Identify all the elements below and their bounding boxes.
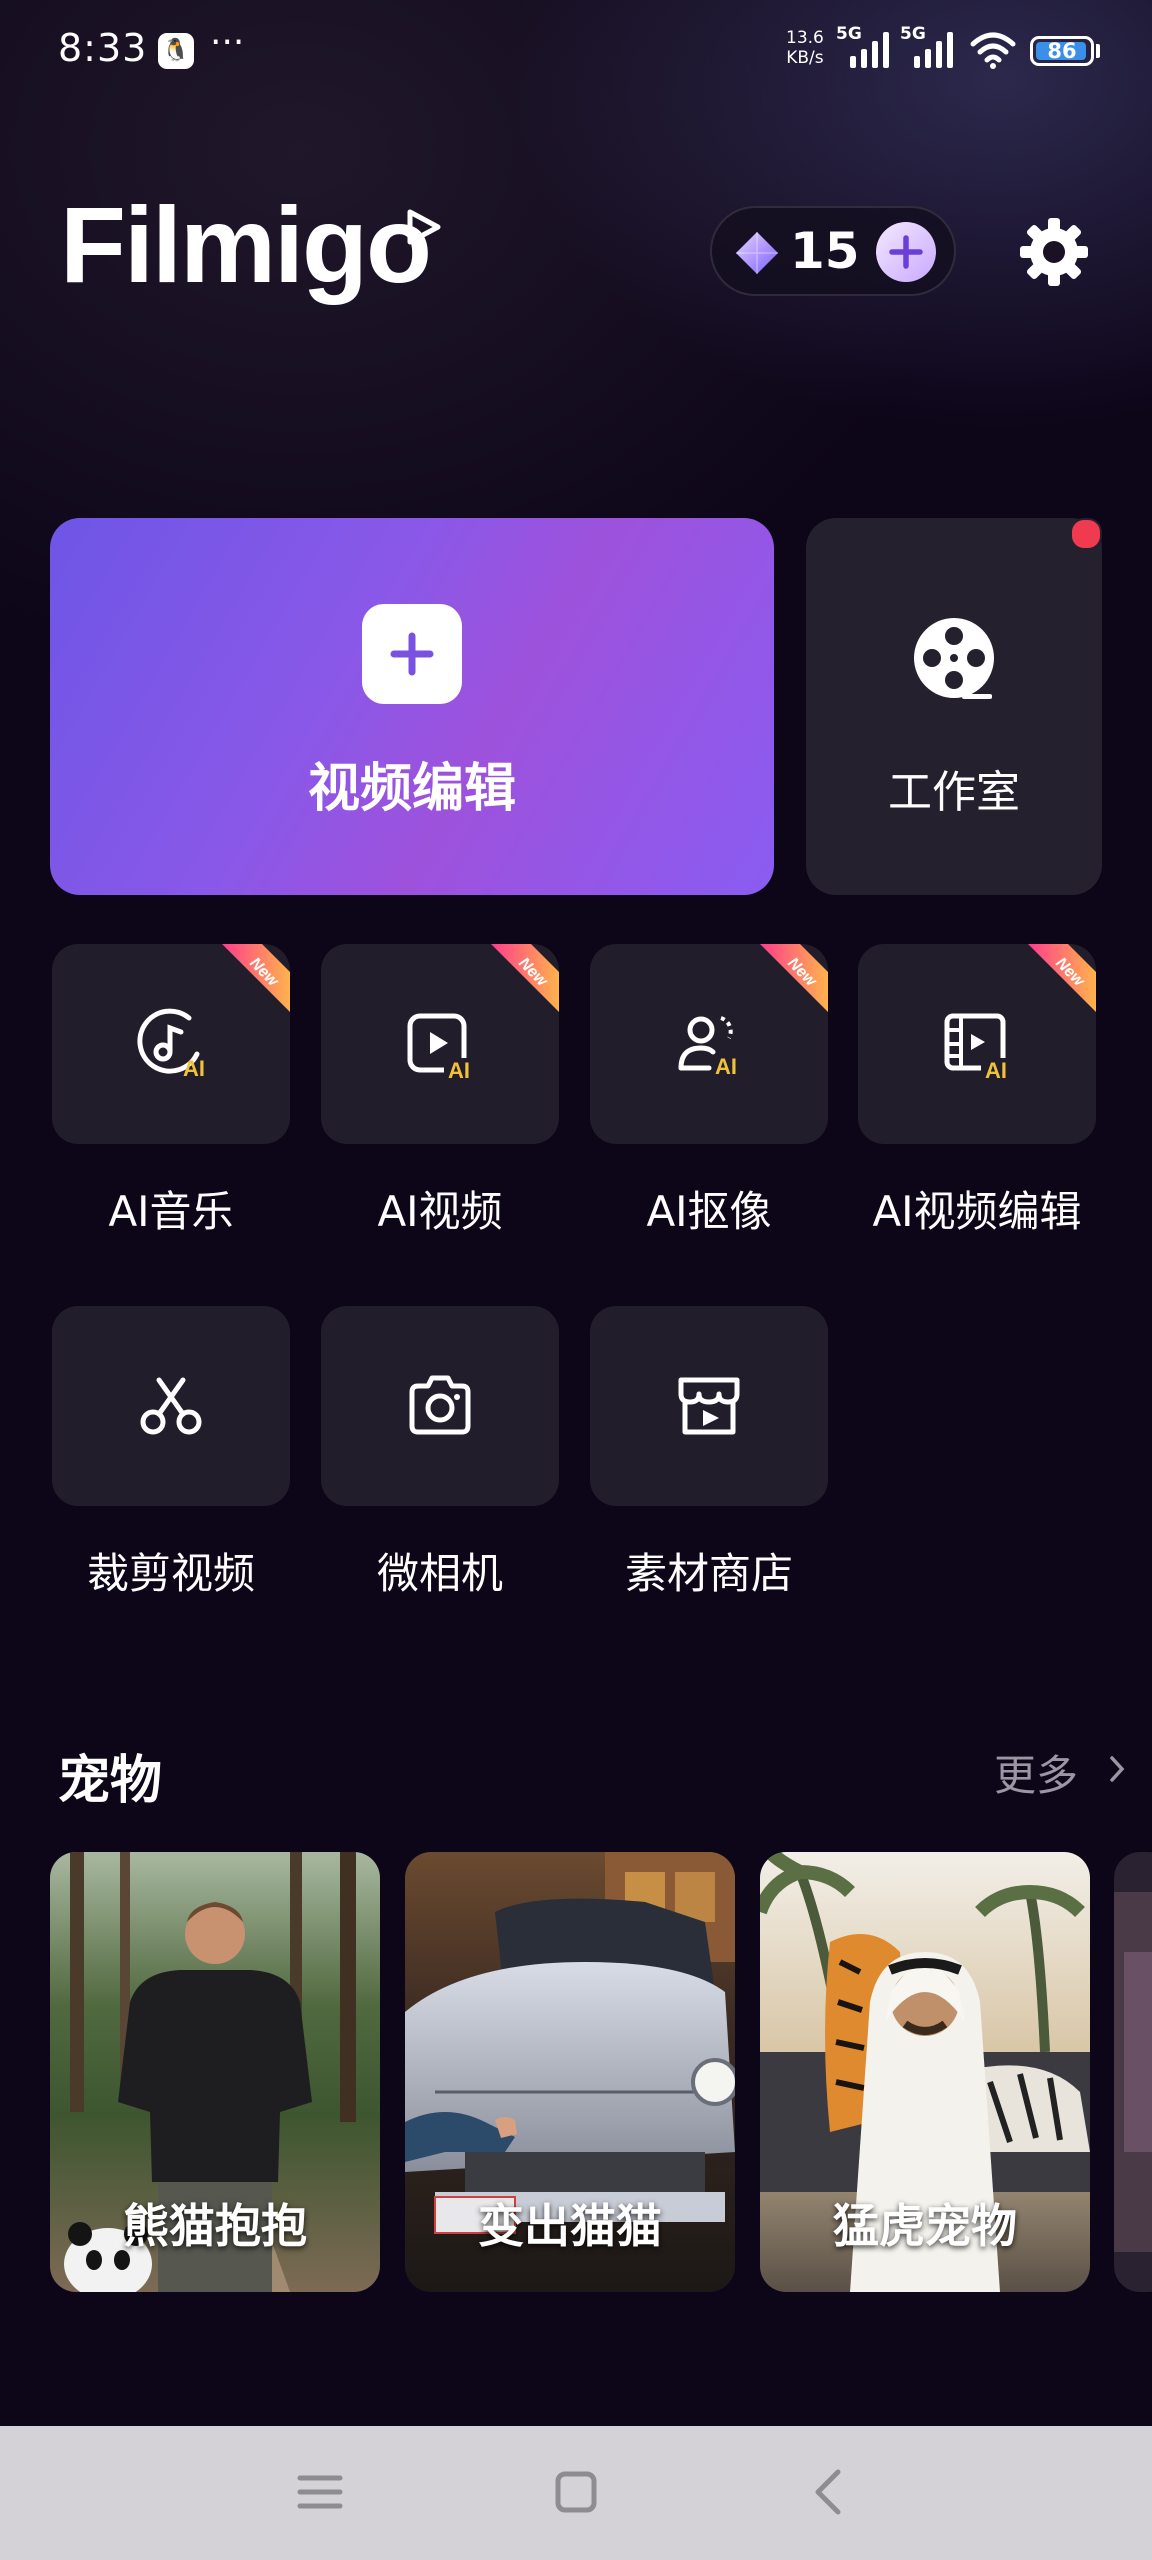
ai-video-edit-icon: AI [944, 1013, 1017, 1084]
micro-camera-tile[interactable] [321, 1306, 559, 1506]
ai-cutout-tile[interactable]: AI New [590, 944, 828, 1144]
ai-video-edit-tile[interactable]: AI New [858, 944, 1096, 1144]
asset-store-tile[interactable] [590, 1306, 828, 1506]
template-label: 变出猫猫 [478, 2199, 662, 2253]
system-navigation-bar [0, 2426, 1152, 2560]
template-card-peek[interactable] [1114, 1852, 1152, 2292]
film-reel-icon [914, 618, 994, 699]
new-badge: New [491, 944, 559, 1012]
template-thumbnail [1114, 1852, 1152, 2292]
video-edit-card[interactable]: 视频编辑 [50, 518, 774, 895]
studio-label: 工作室 [888, 767, 1020, 818]
home-icon[interactable] [546, 2462, 606, 2522]
notification-dot [1070, 518, 1102, 550]
network-speed: 13.6 KB/s [786, 28, 824, 68]
credits-count: 15 [790, 222, 860, 280]
template-card[interactable]: 猛虎宠物 [760, 1852, 1090, 2292]
camera-icon [409, 1375, 471, 1435]
template-label: 猛虎宠物 [833, 2199, 1017, 2253]
network-speed-value: 13.6 [786, 28, 824, 48]
template-label: 熊猫抱抱 [123, 2199, 307, 2253]
status-bar: 8:33 🐧 ··· 13.6 KB/s 5G 5G 86 [0, 0, 1152, 100]
battery-percent: 86 [1047, 39, 1077, 63]
ai-video-icon: AI [407, 1013, 480, 1084]
ai-music-tile[interactable]: AI New [52, 944, 290, 1144]
ai-music-label: AI音乐 [108, 1187, 234, 1236]
store-icon [678, 1377, 740, 1435]
chevron-right-icon[interactable] [1108, 1752, 1128, 1786]
wifi-icon [970, 32, 1016, 69]
studio-card[interactable]: 工作室 [806, 518, 1102, 895]
add-credits-button[interactable] [876, 222, 936, 282]
micro-camera-label: 微相机 [376, 1549, 503, 1598]
back-icon[interactable] [800, 2462, 860, 2522]
battery-tip [1096, 44, 1100, 58]
status-time: 8:33 [58, 26, 148, 70]
svg-text:AI: AI [985, 1058, 1007, 1083]
logo-play-icon [407, 209, 441, 245]
signal-icon [914, 32, 953, 68]
battery-icon: 86 [1030, 36, 1094, 66]
qq-notification-icon: 🐧 [158, 33, 194, 69]
network-speed-unit: KB/s [786, 48, 824, 68]
trim-video-label: 裁剪视频 [86, 1549, 255, 1598]
plus-icon [390, 632, 434, 676]
new-badge: New [222, 944, 290, 1012]
settings-gear-icon[interactable] [1016, 214, 1092, 290]
ai-video-edit-label: AI视频编辑 [872, 1187, 1082, 1236]
svg-text:AI: AI [715, 1054, 737, 1079]
credits-button[interactable]: 15 [710, 206, 956, 296]
asset-store-label: 素材商店 [624, 1549, 793, 1598]
new-badge: New [1028, 944, 1096, 1012]
video-edit-label: 视频编辑 [307, 759, 516, 819]
app-logo-text: Filmigo [60, 184, 432, 305]
plus-icon [889, 235, 923, 269]
svg-text:AI: AI [448, 1058, 470, 1083]
menu-icon[interactable] [290, 2462, 350, 2522]
ai-video-label: AI视频 [377, 1187, 503, 1236]
svg-text:AI: AI [183, 1056, 205, 1081]
diamond-icon [736, 232, 778, 274]
trim-video-tile[interactable] [52, 1306, 290, 1506]
template-card[interactable]: 熊猫抱抱 [50, 1852, 380, 2292]
template-card[interactable]: 变出猫猫 [405, 1852, 735, 2292]
more-notifications-icon: ··· [210, 22, 245, 63]
new-badge: New [760, 944, 828, 1012]
ai-music-icon: AI [137, 1008, 205, 1081]
app-logo: Filmigo [60, 180, 441, 310]
ai-cutout-label: AI抠像 [646, 1187, 772, 1236]
ai-video-tile[interactable]: AI New [321, 944, 559, 1144]
new-project-plus [362, 604, 462, 704]
ai-cutout-icon: AI [678, 1016, 737, 1079]
more-link[interactable]: 更多 [994, 1742, 1078, 1803]
signal-icon [850, 32, 889, 68]
scissors-icon [140, 1377, 202, 1435]
section-title: 宠物 [58, 1751, 163, 1811]
